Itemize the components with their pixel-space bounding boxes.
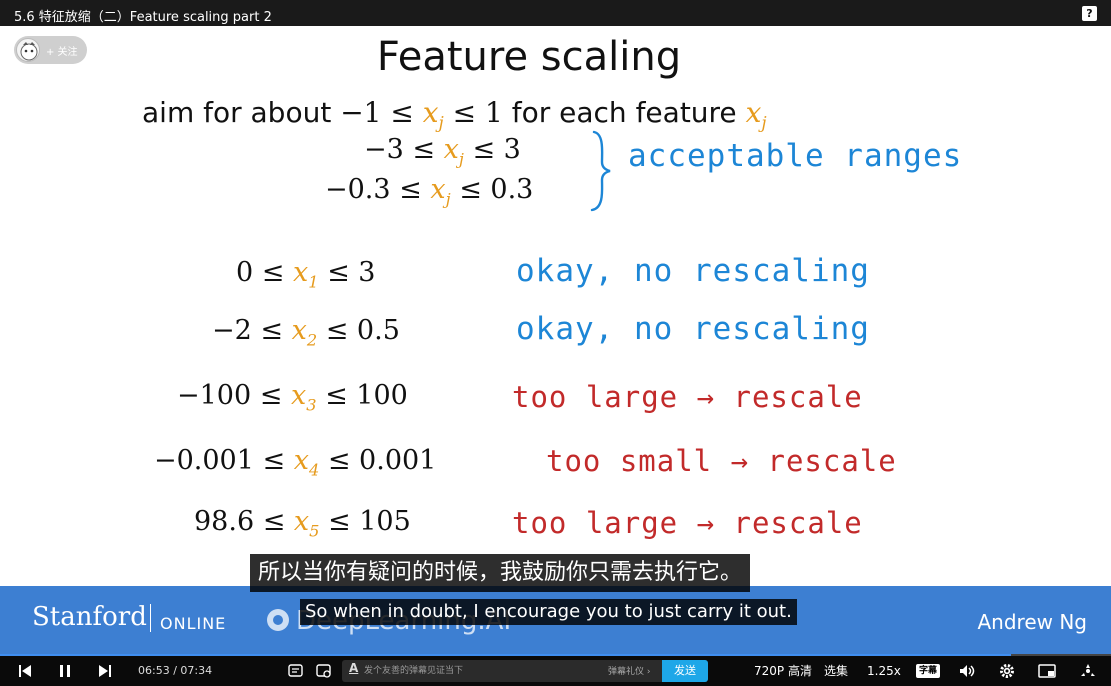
pause-icon	[60, 665, 70, 677]
variable-subscript: 2	[306, 330, 318, 350]
acceptable-range-row: −3 ≤ xj ≤ 3	[364, 134, 521, 168]
range-left: −0.3 ≤	[325, 174, 431, 205]
feature-range-row: −100 ≤ x3 ≤ 100	[177, 380, 408, 414]
danmaku-input[interactable]	[364, 663, 604, 679]
time-separator: /	[173, 664, 177, 677]
range-left: 0 ≤	[236, 257, 293, 288]
pause-button[interactable]	[58, 656, 74, 686]
episodes-button[interactable]: 选集	[824, 656, 848, 686]
danmaku-style-icon[interactable]: A	[349, 661, 358, 675]
divider	[150, 604, 151, 632]
variable-letter: x	[290, 380, 307, 411]
danmaku-input-box: A 弹幕礼仪 › 发送	[342, 660, 708, 682]
next-button[interactable]	[98, 656, 114, 686]
speed-button[interactable]: 1.25x	[867, 656, 901, 686]
help-icon[interactable]: ?	[1082, 6, 1097, 21]
feature-range-row: −2 ≤ x2 ≤ 0.5	[212, 315, 400, 349]
variable-letter: x	[443, 134, 459, 165]
previous-button[interactable]	[18, 656, 34, 686]
feature-range-row: 0 ≤ x1 ≤ 3	[236, 257, 375, 291]
range-right: ≤ 0.5	[317, 315, 400, 346]
danmaku-toggle[interactable]	[288, 656, 306, 686]
online-label: ONLINE	[160, 614, 227, 633]
skip-previous-icon	[19, 665, 31, 677]
volume-button[interactable]	[958, 656, 976, 686]
current-time: 06:53	[138, 664, 170, 677]
slide-title: Feature scaling	[376, 34, 682, 80]
instructor-name: Andrew Ng	[977, 610, 1087, 634]
acceptable-range-row: −0.3 ≤ xj ≤ 0.3	[325, 174, 533, 208]
player-controls: 06:53 / 07:34 A 弹幕礼仪 › 发送 720P 高清 选集 1.2…	[0, 656, 1111, 686]
variable-letter: x	[293, 506, 310, 537]
variable-subscript: 5	[309, 521, 320, 541]
range-left: 98.6 ≤	[194, 506, 294, 537]
total-time: 07:34	[180, 664, 213, 677]
fullscreen-icon	[1081, 664, 1095, 676]
feature-range-row: −0.001 ≤ x4 ≤ 0.001	[154, 445, 436, 479]
danmaku-etiquette-link[interactable]: 弹幕礼仪 ›	[608, 664, 650, 677]
variable-subscript: 1	[308, 272, 319, 292]
range-left: −0.001 ≤	[154, 445, 294, 476]
feature-note-1: okay, no rescaling	[516, 253, 870, 289]
range-right: ≤ 100	[316, 380, 408, 411]
subtitle-english: So when in doubt, I encourage you to jus…	[300, 599, 797, 625]
variable-subscript: 4	[308, 460, 320, 480]
variable-letter: x	[293, 445, 309, 476]
variable-letter: x	[430, 174, 446, 205]
acceptable-ranges-note: acceptable ranges	[628, 138, 963, 174]
aim-prefix: aim for about	[142, 96, 341, 129]
settings-button[interactable]	[998, 656, 1016, 686]
fullscreen-button[interactable]	[1078, 656, 1098, 686]
variable-xj: xj	[422, 96, 444, 133]
range-left: −3 ≤	[364, 134, 444, 165]
deeplearning-logo-icon	[267, 609, 289, 631]
volume-icon	[960, 665, 975, 677]
range-right: ≤ 105	[319, 506, 411, 537]
feature-range-row: 98.6 ≤ x5 ≤ 105	[194, 506, 411, 540]
video-title-bar: 5.6 特征放缩（二）Feature scaling part 2 ?	[0, 0, 1111, 26]
variable-letter: x	[422, 96, 439, 129]
danmaku-toggle-icon	[288, 664, 303, 677]
video-title: 5.6 特征放缩（二）Feature scaling part 2	[14, 10, 272, 25]
quality-button[interactable]: 720P 高清	[754, 656, 812, 686]
range-left: −100 ≤	[177, 380, 291, 411]
video-frame[interactable]: + 关注 Feature scaling aim for about −1 ≤ …	[0, 26, 1111, 656]
feature-note-3: too large → rescale	[512, 380, 863, 414]
aim-suffix: for each feature	[502, 96, 746, 129]
variable-letter: x	[292, 257, 309, 288]
aim-math-right: ≤ 1	[443, 96, 503, 129]
range-right: ≤ 0.3	[450, 174, 534, 205]
skip-next-icon	[99, 665, 111, 677]
time-display: 06:53 / 07:34	[138, 656, 212, 686]
danmaku-settings-icon	[316, 664, 331, 678]
variable-subscript: 3	[306, 395, 317, 415]
variable-subscript: j	[761, 112, 767, 133]
subtitle-button[interactable]: 字幕	[916, 664, 941, 678]
send-button[interactable]: 发送	[662, 660, 708, 682]
feature-note-5: too large → rescale	[512, 506, 863, 540]
stanford-logo: Stanford	[32, 602, 147, 632]
range-right: ≤ 3	[463, 134, 521, 165]
variable-xj: xj	[745, 96, 767, 133]
picture-in-picture-icon	[1038, 664, 1056, 678]
curly-brace-icon	[590, 130, 611, 212]
range-left: −2 ≤	[212, 315, 292, 346]
subtitle-chinese: 所以当你有疑问的时候，我鼓励你只需去执行它。	[250, 554, 751, 592]
gear-icon	[1000, 664, 1014, 678]
range-right: ≤ 3	[318, 257, 376, 288]
variable-letter: x	[291, 315, 307, 346]
range-right: ≤ 0.001	[319, 445, 437, 476]
feature-note-2: okay, no rescaling	[516, 311, 870, 347]
danmaku-settings[interactable]	[316, 656, 334, 686]
pip-button[interactable]	[1038, 656, 1058, 686]
feature-note-4: too small → rescale	[546, 444, 897, 478]
aim-math-left: −1 ≤	[340, 96, 423, 129]
variable-letter: x	[745, 96, 762, 129]
aim-statement: aim for about −1 ≤ xj ≤ 1 for each featu…	[142, 96, 767, 133]
